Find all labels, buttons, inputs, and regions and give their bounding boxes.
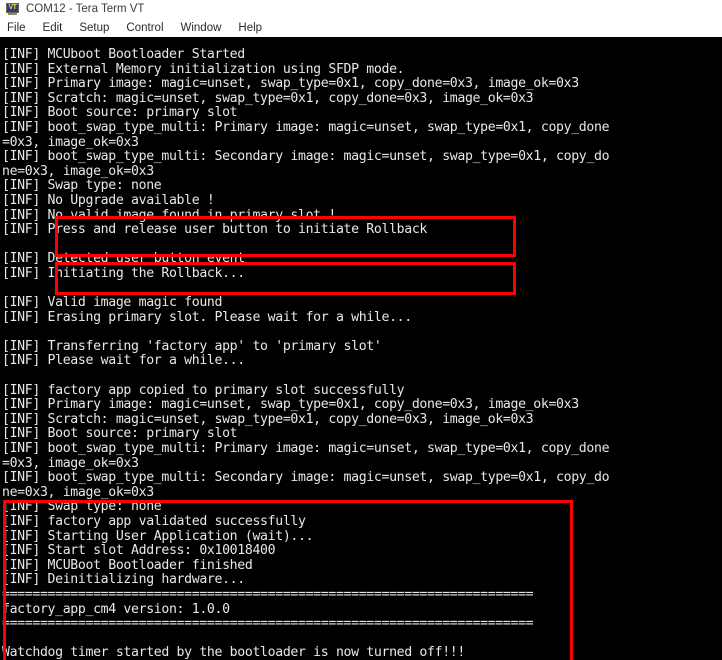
terminal-line: [INF] Initiating the Rollback... [2, 265, 245, 281]
terminal-line: [INF] No Upgrade available ! [2, 192, 215, 208]
terminal-line: [INF] Swap type: none [2, 499, 162, 515]
menu-item-file[interactable]: File [7, 22, 26, 34]
tera-term-vt-icon: VT [6, 3, 19, 15]
menu-item-window[interactable]: Window [181, 22, 222, 34]
terminal-line: ========================================… [2, 586, 534, 602]
vt-icon-label: VT [8, 4, 17, 11]
terminal-line: Watchdog timer started by the bootloader… [2, 645, 465, 660]
terminal-output-area[interactable]: [INF] MCUboot Bootloader Started [INF] Ex… [0, 37, 722, 660]
titlebar: VT COM12 - Tera Term VT [0, 0, 722, 18]
terminal-line: [INF] Deinitializing hardware... [2, 572, 245, 588]
terminal-line: [INF] Detected user button event [2, 251, 245, 267]
menu-item-edit[interactable]: Edit [43, 22, 63, 34]
menubar: File Edit Setup Control Window Help [0, 18, 722, 37]
terminal-line: =0x3, image_ok=0x3 [2, 134, 139, 150]
terminal-line: [INF] MCUboot Bootloader Started [2, 47, 245, 62]
terminal-text-container: [INF] MCUboot Bootloader Started [INF] Ex… [0, 37, 722, 660]
terminal-line: [INF] Primary image: magic=unset, swap_t… [2, 397, 579, 413]
terminal-line: [INF] Boot source: primary slot [2, 426, 238, 442]
menu-item-setup[interactable]: Setup [79, 22, 109, 34]
terminal-line: [INF] Starting User Application (wait)..… [2, 528, 314, 544]
terminal-line: [INF] Press and release user button to i… [2, 222, 428, 238]
terminal-line: [INF] Transferring 'factory app' to 'pri… [2, 338, 382, 354]
terminal-line: =0x3, image_ok=0x3 [2, 455, 139, 471]
terminal-line: [INF] boot_swap_type_multi: Primary imag… [2, 441, 610, 457]
terminal-line: [INF] factory app validated successfully [2, 514, 306, 529]
terminal-line: [INF] factory app copied to primary slot… [2, 382, 405, 398]
tera-term-window: VT COM12 - Tera Term VT File Edit Setup … [0, 0, 722, 660]
terminal-line: [INF] Start slot Address: 0x10018400 [2, 543, 276, 559]
menu-item-control[interactable]: Control [126, 22, 163, 34]
window-title: COM12 - Tera Term VT [26, 3, 145, 15]
terminal-line: factory_app_cm4 version: 1.0.0 [2, 601, 230, 617]
menu-item-help[interactable]: Help [238, 22, 262, 34]
terminal-line: ========================================… [2, 616, 534, 632]
terminal-line: [INF] Scratch: magic=unset, swap_type=0x… [2, 411, 534, 427]
terminal-line: [INF] No valid image found in primary sl… [2, 207, 336, 223]
terminal-line: [INF] boot_swap_type_multi: Primary imag… [2, 119, 610, 135]
terminal-line: [INF] Please wait for a while... [2, 353, 245, 369]
terminal-line: [INF] Swap type: none [2, 178, 162, 194]
terminal-line: [INF] External Memory initialization usi… [2, 61, 405, 77]
terminal-line: [INF] Primary image: magic=unset, swap_t… [2, 76, 579, 92]
terminal-line: [INF] boot_swap_type_multi: Secondary im… [2, 470, 610, 486]
terminal-line: [INF] MCUBoot Bootloader finished [2, 557, 253, 573]
terminal-line: [INF] Boot source: primary slot [2, 105, 238, 121]
terminal-line: [INF] boot_swap_type_multi: Secondary im… [2, 149, 610, 165]
terminal-line: ne=0x3, image_ok=0x3 [2, 163, 154, 179]
terminal-line: ne=0x3, image_ok=0x3 [2, 484, 154, 500]
terminal-line: [INF] Valid image magic found [2, 295, 223, 311]
terminal-line: [INF] Scratch: magic=unset, swap_type=0x… [2, 90, 534, 106]
vt-icon-base [8, 13, 17, 15]
terminal-line: [INF] Erasing primary slot. Please wait … [2, 309, 412, 325]
